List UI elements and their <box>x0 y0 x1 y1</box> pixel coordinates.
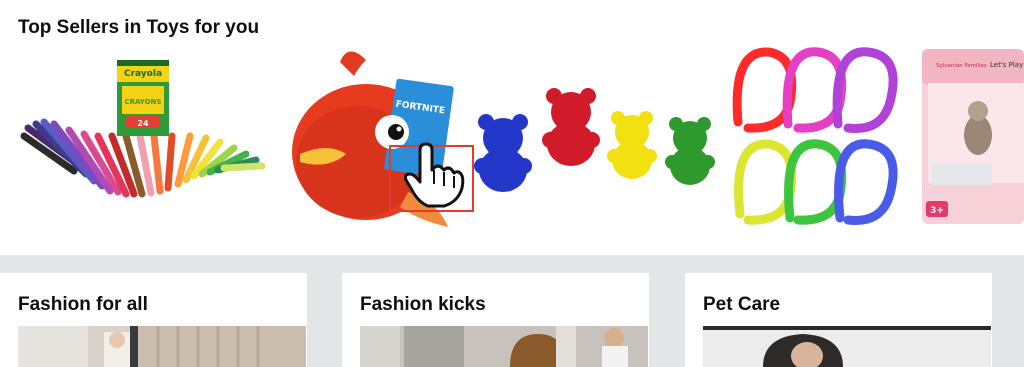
product-counting-bears[interactable] <box>470 88 720 218</box>
crayons-image: Crayola CRAYONS 24 <box>20 60 266 198</box>
card-fashion-for-all[interactable]: Fashion for all <box>0 273 307 367</box>
kicks-photo[interactable] <box>360 326 648 367</box>
card-title: Fashion for all <box>18 294 148 315</box>
counting-bears-image <box>474 88 715 192</box>
pet-care-photo[interactable] <box>703 326 991 367</box>
product-crayola-crayons[interactable]: Crayola CRAYONS 24 <box>14 56 269 206</box>
fish-plush-image: FORTNITE <box>292 51 454 227</box>
product-fortnite-plush[interactable]: FORTNITE <box>288 42 468 232</box>
product-carousel: Crayola CRAYONS 24 FORTNITE 3+ Sylvanian… <box>0 40 1024 240</box>
crayola-brand-text: Crayola <box>124 69 162 79</box>
crayola-count-text: 24 <box>137 119 149 128</box>
top-sellers-card: Top Sellers in Toys for you Crayola CRAY… <box>0 0 1024 255</box>
card-title: Fashion kicks <box>360 294 486 315</box>
top-sellers-title: Top Sellers in Toys for you <box>18 17 260 38</box>
product-stretchy-strings[interactable] <box>728 42 914 232</box>
crayola-label-text: CRAYONS <box>125 98 162 106</box>
age-badge-text: 3+ <box>930 206 944 216</box>
fashion-photo[interactable] <box>18 326 306 367</box>
card-title: Pet Care <box>703 294 781 315</box>
sylvanian-brand-text: Sylvanian Families <box>936 63 987 69</box>
sylvanian-play-text: Let's Play <box>990 61 1023 69</box>
sylvanian-box-image: 3+ Sylvanian Families Let's Play <box>922 49 1024 224</box>
product-sylvanian-families[interactable]: 3+ Sylvanian Families Let's Play <box>918 43 1024 228</box>
card-pet-care[interactable]: Pet Care <box>685 273 992 367</box>
stretchy-strings-image <box>732 47 898 225</box>
card-fashion-kicks[interactable]: Fashion kicks <box>342 273 649 367</box>
